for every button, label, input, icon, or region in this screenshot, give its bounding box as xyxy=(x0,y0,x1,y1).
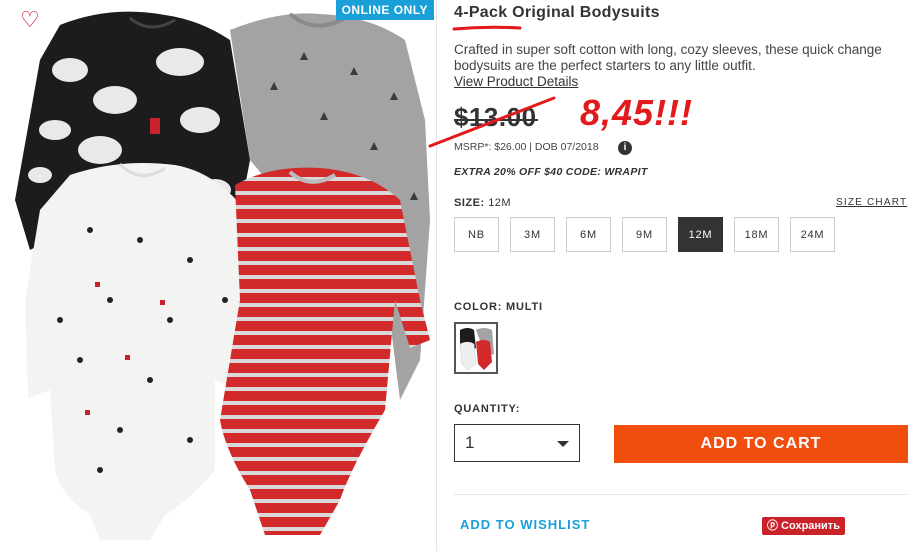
quantity-value: 1 xyxy=(465,433,475,452)
title-annotation-underline xyxy=(452,25,522,31)
pinterest-save-button[interactable]: ⓟ Сохранить xyxy=(762,517,845,535)
panel-divider xyxy=(436,0,437,551)
product-image[interactable]: ♡ ONLINE ONLY xyxy=(0,0,436,551)
size-option-9m[interactable]: 9M xyxy=(622,217,667,252)
color-label: COLOR: MULTI xyxy=(454,301,543,313)
msrp-text: MSRP*: $26.00 | DOB 07/2018 xyxy=(454,141,599,153)
online-only-badge: ONLINE ONLY xyxy=(335,0,434,20)
size-option-6m[interactable]: 6M xyxy=(566,217,611,252)
section-divider xyxy=(454,494,908,495)
size-option-24m[interactable]: 24M xyxy=(790,217,835,252)
size-chart-link[interactable]: SIZE CHART xyxy=(836,197,907,208)
product-photo xyxy=(15,11,430,541)
add-to-wishlist-link[interactable]: ADD TO WISHLIST xyxy=(460,517,590,532)
quantity-select[interactable]: 1 xyxy=(454,424,580,462)
quantity-label: QUANTITY: xyxy=(454,403,521,415)
promo-text: EXTRA 20% OFF $40 CODE: WRAPIT xyxy=(454,166,648,178)
size-label: SIZE: 12M xyxy=(454,197,511,209)
chevron-down-icon xyxy=(557,441,569,447)
annotation-price: 8,45!!! xyxy=(580,92,694,133)
view-product-details-link[interactable]: View Product Details xyxy=(454,74,578,89)
size-option-18m[interactable]: 18M xyxy=(734,217,779,252)
size-option-nb[interactable]: NB xyxy=(454,217,499,252)
size-selected-value: 12M xyxy=(488,197,512,209)
heart-icon[interactable]: ♡ xyxy=(20,8,44,32)
product-description: Crafted in super soft cotton with long, … xyxy=(454,42,882,73)
white-penguin-bodysuit xyxy=(25,162,260,541)
product-title: 4-Pack Original Bodysuits xyxy=(454,4,660,21)
info-icon[interactable]: i xyxy=(618,141,632,155)
size-option-3m[interactable]: 3M xyxy=(510,217,555,252)
add-to-cart-button[interactable]: ADD TO CART xyxy=(614,425,908,463)
swatch-thumbnail xyxy=(456,324,496,372)
size-option-12m[interactable]: 12M xyxy=(678,217,723,252)
color-swatch-multi[interactable] xyxy=(454,322,498,374)
size-label-text: SIZE: xyxy=(454,197,485,209)
